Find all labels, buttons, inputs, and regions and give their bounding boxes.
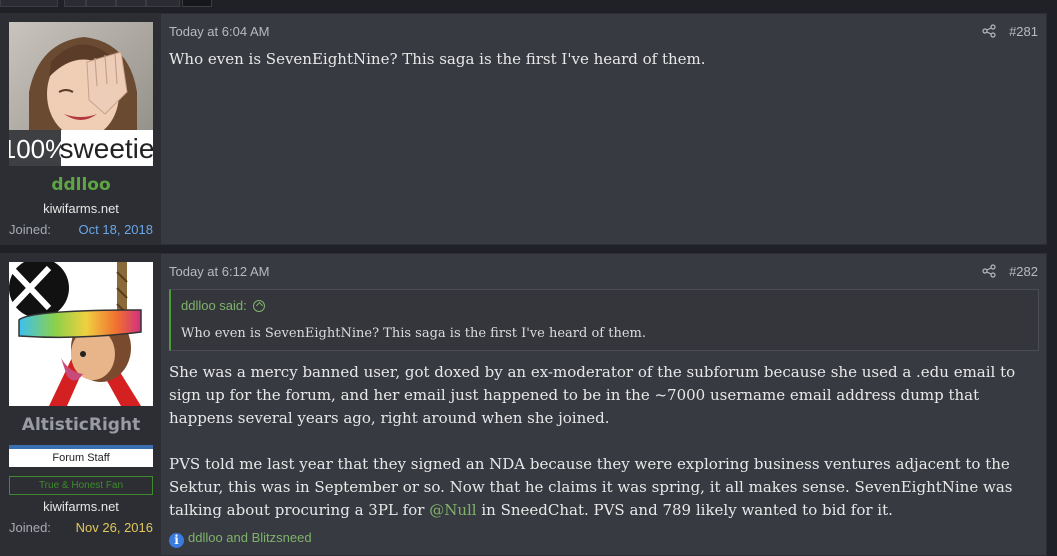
quote-block: ddlloo said: Who even is SevenEightNine?… <box>169 289 1039 351</box>
post-body-paragraph: She was a mercy banned user, got doxed b… <box>169 363 1016 427</box>
user-title-badge: True & Honest Fan <box>9 476 153 495</box>
joined-date: Oct 18, 2018 <box>78 222 153 237</box>
reactions-bar[interactable]: i ddlloo and Blitzsneed <box>169 530 312 548</box>
username[interactable]: AltisticRight <box>1 415 161 435</box>
quote-text: Who even is SevenEightNine? This saga is… <box>181 326 646 341</box>
arrow-up-circle-icon[interactable] <box>253 300 266 312</box>
user-panel: 100% sweetie ddlloo kiwifarms.net Joined… <box>1 14 161 244</box>
username-text[interactable]: AltisticRight <box>22 415 140 435</box>
pagination-tab[interactable] <box>0 0 58 7</box>
avatar-image: 100% sweetie <box>9 22 153 166</box>
post-number-link[interactable]: #282 <box>1009 264 1038 279</box>
post-281: 100% sweetie ddlloo kiwifarms.net Joined… <box>0 13 1047 245</box>
post-content: Today at 6:04 AM #281 Who even is SevenE… <box>161 14 1046 244</box>
top-pagination-bar <box>0 0 1057 13</box>
info-icon: i <box>169 533 184 548</box>
reactions-users[interactable]: ddlloo and Blitzsneed <box>188 530 312 545</box>
avatar-caption-right: sweetie <box>60 133 153 164</box>
post-timestamp[interactable]: Today at 6:04 AM <box>169 24 269 39</box>
avatar[interactable]: 100% sweetie <box>9 22 153 166</box>
joined-label: Joined: <box>9 222 51 237</box>
avatar-image <box>9 262 153 406</box>
post-timestamp[interactable]: Today at 6:12 AM <box>169 264 269 279</box>
username[interactable]: ddlloo <box>1 175 161 195</box>
joined-date: Nov 26, 2016 <box>75 520 153 535</box>
post-282: AltisticRight Forum Staff True & Honest … <box>0 253 1047 556</box>
staff-badge: Forum Staff <box>9 445 153 467</box>
share-icon[interactable] <box>982 264 996 278</box>
post-number-link[interactable]: #281 <box>1009 24 1038 39</box>
user-site: kiwifarms.net <box>43 499 119 514</box>
pagination-tab[interactable] <box>146 0 180 7</box>
post-body-paragraph: PVS told me last year that they signed a… <box>169 453 1034 522</box>
user-mention-link[interactable]: @Null <box>429 501 476 519</box>
pagination-tab[interactable] <box>116 0 146 7</box>
username-text[interactable]: ddlloo <box>51 175 110 195</box>
quote-author[interactable]: ddlloo said: <box>181 298 247 313</box>
pagination-tab[interactable] <box>86 0 116 7</box>
avatar[interactable] <box>9 262 153 406</box>
pagination-tab-current[interactable] <box>182 0 212 7</box>
user-site: kiwifarms.net <box>43 201 119 216</box>
post-body-text: in SneedChat. PVS and 789 likely wanted … <box>476 501 893 519</box>
post-content: Today at 6:12 AM #282 ddlloo said: Who e… <box>161 254 1046 555</box>
user-panel: AltisticRight Forum Staff True & Honest … <box>1 254 161 555</box>
pagination-tab[interactable] <box>64 0 86 7</box>
post-body: Who even is SevenEightNine? This saga is… <box>169 50 706 68</box>
share-icon[interactable] <box>982 24 996 38</box>
quote-header[interactable]: ddlloo said: <box>181 298 266 313</box>
joined-label: Joined: <box>9 520 51 535</box>
